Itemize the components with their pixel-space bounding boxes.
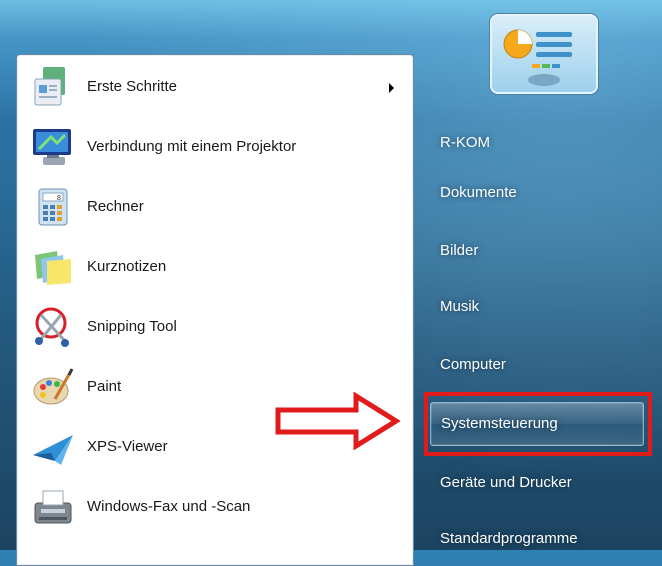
right-item-label: Bilder bbox=[440, 242, 479, 259]
program-label: Verbindung mit einem Projektor bbox=[87, 138, 297, 155]
right-item-geraete-und-drucker[interactable]: Geräte und Drucker bbox=[426, 460, 642, 506]
right-item-r-kom[interactable]: R-KOM bbox=[426, 120, 642, 166]
right-item-standardprogramme[interactable]: Standardprogramme bbox=[426, 516, 642, 562]
right-item-label: Musik bbox=[440, 298, 480, 315]
program-item-kurznotizen[interactable]: Kurznotizen bbox=[17, 237, 411, 297]
program-item-snipping-tool[interactable]: Snipping Tool bbox=[17, 297, 411, 357]
program-label: Windows-Fax und -Scan bbox=[87, 498, 251, 515]
right-item-label: Geräte und Drucker bbox=[440, 474, 572, 491]
submenu-arrow-icon bbox=[389, 83, 394, 93]
right-item-label: R-KOM bbox=[440, 134, 490, 151]
calculator-icon: 8 bbox=[31, 185, 75, 229]
program-label: Paint bbox=[87, 378, 122, 395]
paint-icon bbox=[31, 365, 75, 409]
svg-text:8: 8 bbox=[57, 195, 61, 202]
annotation-highlight-box bbox=[424, 392, 652, 456]
program-item-projector[interactable]: Verbindung mit einem Projektor bbox=[17, 117, 411, 177]
program-label: Kurznotizen bbox=[87, 258, 167, 275]
right-item-dokumente[interactable]: Dokumente bbox=[426, 170, 642, 216]
program-label: Erste Schritte bbox=[87, 78, 178, 95]
getting-started-icon bbox=[31, 65, 75, 109]
right-item-bilder[interactable]: Bilder bbox=[426, 228, 642, 274]
user-picture-icon bbox=[503, 29, 572, 86]
program-item-rechner[interactable]: 8 Rechner bbox=[17, 177, 411, 237]
right-item-musik[interactable]: Musik bbox=[426, 284, 642, 330]
right-item-label: Standardprogramme bbox=[440, 530, 578, 547]
user-account-picture[interactable] bbox=[490, 14, 598, 94]
fax-scan-icon bbox=[31, 485, 75, 529]
sticky-notes-icon bbox=[31, 245, 75, 289]
program-label: XPS-Viewer bbox=[87, 438, 168, 455]
program-label: Rechner bbox=[87, 198, 144, 215]
annotation-arrow-icon bbox=[274, 391, 401, 451]
program-item-erste-schritte[interactable]: Erste Schritte bbox=[17, 57, 411, 117]
program-item-fax-scan[interactable]: Windows-Fax und -Scan bbox=[17, 477, 411, 537]
start-menu-programs-pane: Erste Schritte Verbindung mit einem Proj… bbox=[16, 54, 414, 566]
right-item-label: Dokumente bbox=[440, 184, 517, 201]
snipping-tool-icon bbox=[31, 305, 75, 349]
xps-viewer-icon bbox=[31, 425, 75, 469]
projector-icon bbox=[31, 125, 75, 169]
program-label: Snipping Tool bbox=[87, 318, 177, 335]
right-item-label: Computer bbox=[440, 356, 506, 373]
right-item-computer[interactable]: Computer bbox=[426, 342, 642, 388]
